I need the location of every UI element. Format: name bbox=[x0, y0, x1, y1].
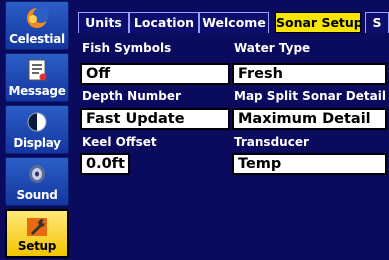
sonar-setup-panel: Fish Symbols Water Type Off Fresh Depth … bbox=[78, 33, 389, 260]
sidebar-item-message[interactable]: Message bbox=[5, 53, 69, 102]
sidebar-item-display[interactable]: Display bbox=[5, 105, 69, 154]
sidebar-item-label: Message bbox=[8, 84, 66, 98]
sidebar-item-label: Celestial bbox=[9, 32, 65, 46]
map-split-sonar-detail-label: Map Split Sonar Detail bbox=[234, 89, 386, 103]
sidebar-item-celestial[interactable]: Celestial bbox=[5, 1, 69, 50]
fish-symbols-field[interactable]: Off bbox=[80, 63, 230, 85]
speaker-icon bbox=[29, 165, 45, 183]
sidebar-item-sound[interactable]: Sound bbox=[5, 157, 69, 206]
fish-symbols-label: Fish Symbols bbox=[82, 41, 172, 55]
message-icon bbox=[28, 59, 47, 81]
tab-units[interactable]: Units bbox=[78, 12, 129, 33]
sidebar-item-label: Setup bbox=[17, 239, 57, 253]
water-type-label: Water Type bbox=[234, 41, 311, 55]
transducer-label: Transducer bbox=[234, 135, 309, 149]
map-split-sonar-detail-field[interactable]: Maximum Detail bbox=[232, 108, 387, 130]
sidebar: Celestial Message Display Sound Setup bbox=[0, 0, 74, 260]
depth-number-field[interactable]: Fast Update bbox=[80, 108, 230, 130]
display-icon bbox=[27, 112, 47, 132]
wrench-icon bbox=[27, 218, 47, 236]
water-type-field[interactable]: Fresh bbox=[232, 63, 387, 85]
sidebar-item-label: Sound bbox=[16, 188, 58, 202]
transducer-field[interactable]: Temp bbox=[232, 153, 387, 175]
sidebar-item-label: Display bbox=[13, 136, 61, 150]
tab-partial[interactable]: S bbox=[365, 12, 389, 33]
keel-offset-field[interactable]: 0.0ft bbox=[80, 153, 130, 175]
depth-number-label: Depth Number bbox=[82, 89, 181, 103]
tab-welcome[interactable]: Welcome bbox=[199, 12, 269, 33]
tab-sonar-setup[interactable]: Sonar Setup bbox=[275, 12, 361, 33]
sidebar-item-setup[interactable]: Setup bbox=[5, 209, 69, 258]
tab-location[interactable]: Location bbox=[129, 12, 199, 33]
keel-offset-label: Keel Offset bbox=[82, 135, 157, 149]
moon-sun-icon bbox=[27, 7, 49, 28]
tab-bar: Units Location Welcome Sonar Setup S bbox=[78, 12, 389, 33]
